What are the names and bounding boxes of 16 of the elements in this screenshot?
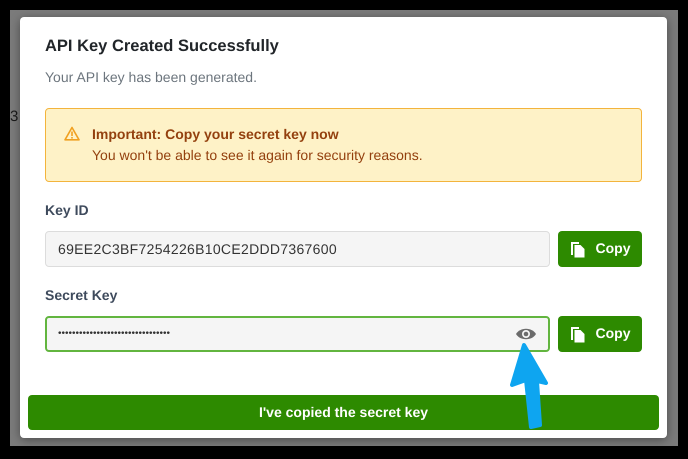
key-id-field[interactable]: 69EE2C3BF7254226B10CE2DDD7367600 bbox=[45, 230, 550, 267]
copy-icon bbox=[570, 240, 586, 258]
field-label: Key ID bbox=[45, 200, 90, 220]
field-label: Secret Key bbox=[45, 286, 118, 305]
copy-button[interactable]: Copy bbox=[558, 316, 642, 352]
copy-icon bbox=[570, 324, 586, 343]
confirm-button[interactable]: I've copied the secret key bbox=[28, 395, 659, 430]
alert-title: Important: Copy your secret key now bbox=[92, 124, 340, 144]
warning-icon bbox=[64, 126, 80, 141]
dialog-subtitle: Your API key has been generated. bbox=[45, 68, 258, 87]
alert-message: You won't be able to see it again for security reasons. bbox=[92, 146, 423, 165]
secret-key-field[interactable]: •••••••••••••••••••••••••••••••• bbox=[45, 316, 550, 352]
copy-button[interactable]: Copy bbox=[558, 230, 642, 267]
background-text: 3 bbox=[10, 107, 18, 127]
eye-icon[interactable] bbox=[515, 326, 537, 341]
dialog-title: API Key Created Successfully bbox=[45, 37, 280, 57]
